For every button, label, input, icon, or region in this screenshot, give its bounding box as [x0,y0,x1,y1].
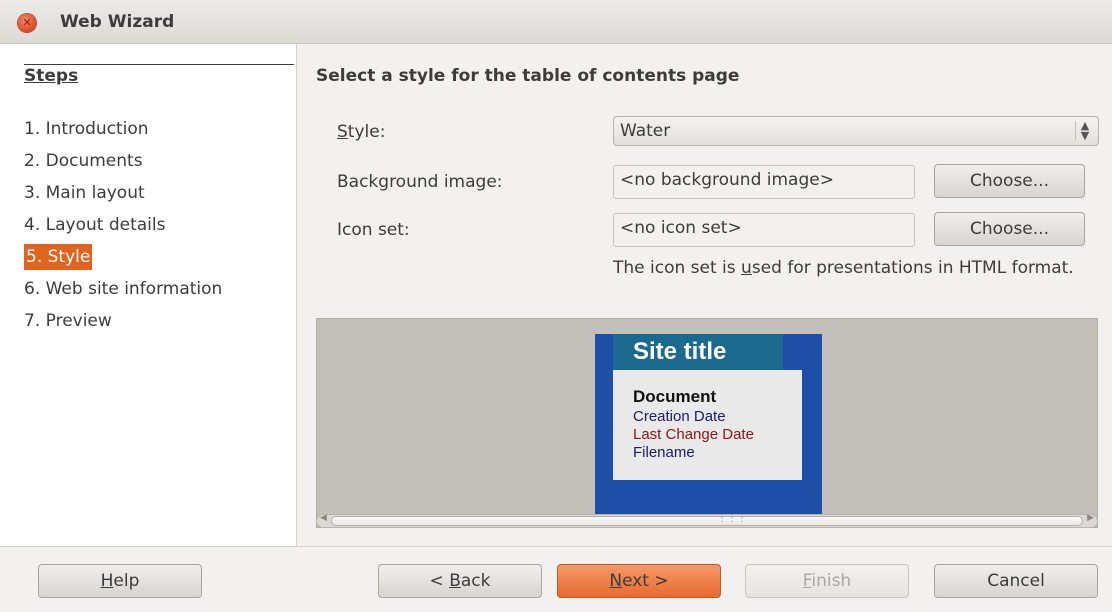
help-button[interactable]: Help [38,564,202,598]
preview-page: Site title Document Creation Date Last C… [595,334,822,516]
scroll-right-icon[interactable]: ▶ [1087,513,1094,523]
preview-document-box: Document Creation Date Last Change Date … [613,370,802,480]
step-documents[interactable]: 2. Documents [24,148,143,174]
title-bar: ✕ Web Wizard [0,0,1112,44]
steps-divider [24,64,294,65]
style-select[interactable]: Water ▲ ▼ [613,116,1099,146]
steps-title: Steps [24,66,79,86]
icon-set-field: <no icon set> [613,213,915,247]
back-button[interactable]: < Back [378,564,542,598]
step-layout-details[interactable]: 4. Layout details [24,212,165,238]
background-image-choose-button[interactable]: Choose... [934,164,1085,198]
step-introduction[interactable]: 1. Introduction [24,116,149,142]
grip-icon: ⋮⋮⋮ [717,513,747,524]
step-style[interactable]: 5. Style [24,244,93,270]
style-preview: Site title Document Creation Date Last C… [316,318,1098,528]
step-preview[interactable]: 7. Preview [24,308,112,334]
scrollbar-thumb[interactable]: ⋮⋮⋮ [331,513,1083,526]
style-select-value: Water [620,121,671,141]
finish-button[interactable]: Finish [745,564,909,598]
preview-site-title: Site title [633,338,727,365]
step-web-site-information[interactable]: 6. Web site information [24,276,222,302]
cancel-button[interactable]: Cancel [934,564,1098,598]
style-label: Style: [337,122,386,142]
icon-set-choose-button[interactable]: Choose... [934,212,1085,246]
preview-horizontal-scrollbar[interactable]: ◀ ⋮⋮⋮ ▶ [316,513,1098,528]
close-icon[interactable]: ✕ [18,14,36,32]
preview-filename: Filename [633,444,695,461]
spinner-arrows-icon: ▲ ▼ [1075,120,1094,141]
icon-set-hint: The icon set is used for presentations i… [613,258,1074,278]
background-image-field: <no background image> [613,165,915,199]
preview-title-bar: Site title [613,334,783,370]
steps-panel: Steps 1. Introduction 2. Documents 3. Ma… [0,44,297,546]
preview-document: Document [633,387,717,406]
step-main-layout[interactable]: 3. Main layout [24,180,145,206]
scroll-left-icon[interactable]: ◀ [320,513,327,523]
background-image-label: Background image: [337,172,503,192]
icon-set-label: Icon set: [337,220,410,240]
page-heading: Select a style for the table of contents… [316,66,740,86]
preview-creation-date: Creation Date [633,408,726,425]
preview-last-change-date: Last Change Date [633,426,754,443]
window-title: Web Wizard [60,12,175,32]
next-button[interactable]: Next > [557,564,721,598]
